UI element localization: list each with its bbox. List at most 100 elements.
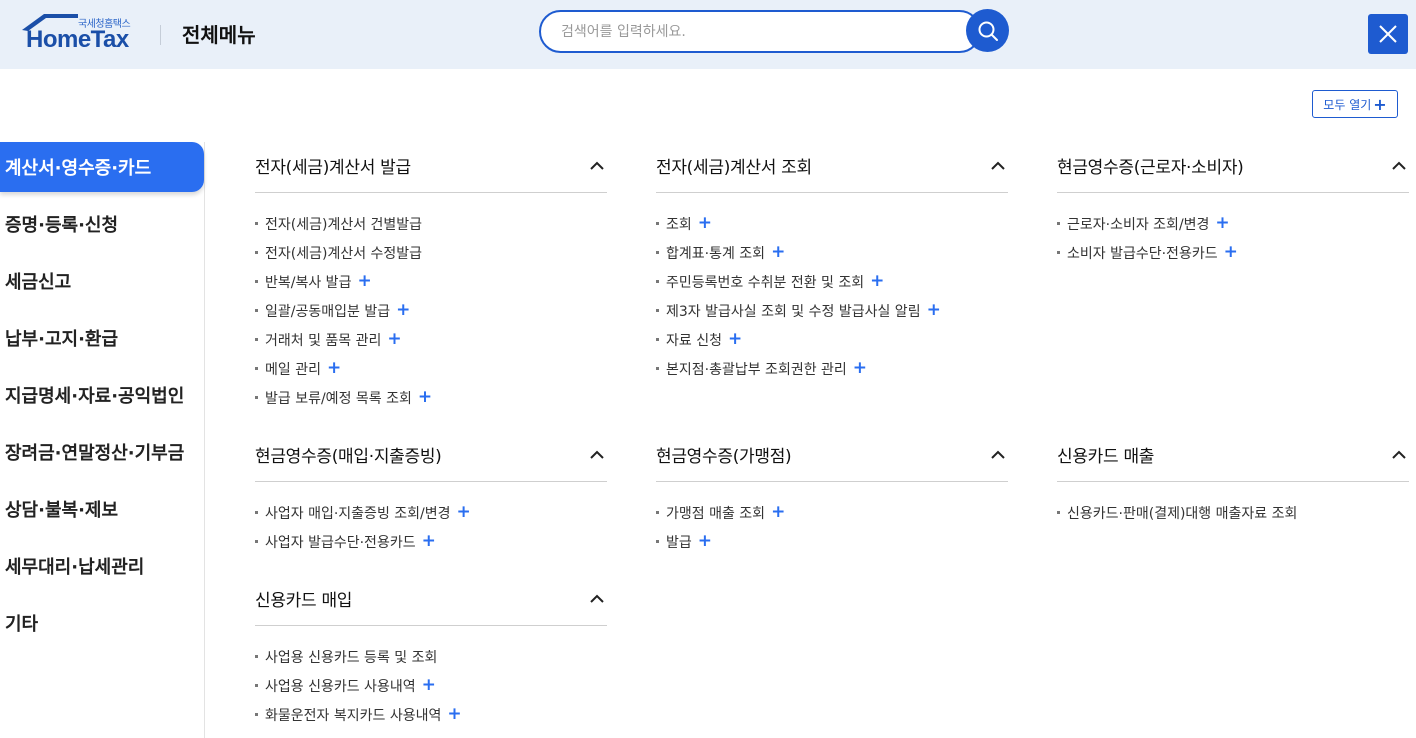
list-item: 사업용 신용카드 사용내역 + <box>255 671 607 700</box>
list-item: 일괄/공동매입분 발급 + <box>255 296 607 325</box>
expand-plus-icon[interactable]: + <box>422 677 436 694</box>
chevron-up-icon[interactable] <box>990 447 1006 463</box>
expand-plus-icon[interactable]: + <box>927 302 941 319</box>
sidebar-item-consult-appeal[interactable]: 상담·불복·제보 <box>0 484 204 534</box>
menu-item-link[interactable]: 사업용 신용카드 등록 및 조회 <box>265 647 437 667</box>
list-item: 사업자 매입·지출증빙 조회/변경 + <box>255 498 607 527</box>
menu-item-link[interactable]: 전자(세금)계산서 건별발급 <box>265 214 422 234</box>
expand-plus-icon[interactable]: + <box>457 504 471 521</box>
search-box <box>539 10 981 53</box>
menu-item-link[interactable]: 제3자 발급사실 조회 및 수정 발급사실 알림 <box>666 301 921 321</box>
menu-item-link[interactable]: 자료 신청 <box>666 330 722 350</box>
sidebar-item-tax-agent[interactable]: 세무대리·납세관리 <box>0 541 204 591</box>
hometax-logo[interactable]: 국세청홈택스 HomeTax <box>20 12 140 53</box>
section-title: 신용카드 매출 <box>1057 447 1155 467</box>
menu-item-link[interactable]: 반복/복사 발급 <box>265 272 351 292</box>
menu-item-link[interactable]: 본지점·총괄납부 조회권한 관리 <box>666 359 847 379</box>
section-header[interactable]: 신용카드 매입 <box>255 572 607 626</box>
bullet-icon <box>255 684 258 687</box>
menu-item-link[interactable]: 메일 관리 <box>265 359 321 379</box>
sidebar-item-etc[interactable]: 기타 <box>0 598 204 648</box>
expand-plus-icon[interactable]: + <box>853 360 867 377</box>
bullet-icon <box>255 713 258 716</box>
open-all-label: 모두 열기 <box>1323 97 1372 112</box>
expand-plus-icon[interactable]: + <box>422 533 436 550</box>
bullet-icon <box>1057 222 1060 225</box>
menu-item-link[interactable]: 화물운전자 복지카드 사용내역 <box>265 705 441 725</box>
menu-item-link[interactable]: 가맹점 매출 조회 <box>666 503 765 523</box>
menu-item-link[interactable]: 사업용 신용카드 사용내역 <box>265 676 416 696</box>
bullet-icon <box>656 338 659 341</box>
sidebar-item-payment-refund[interactable]: 납부·고지·환급 <box>0 313 204 363</box>
search-input[interactable] <box>541 12 941 51</box>
sidebar-item-tax-filing[interactable]: 세금신고 <box>0 256 204 306</box>
expand-plus-icon[interactable]: + <box>1215 215 1229 232</box>
section-header[interactable]: 전자(세금)계산서 조회 <box>656 139 1008 193</box>
list-item: 전자(세금)계산서 건별발급 <box>255 209 607 238</box>
menu-item-link[interactable]: 전자(세금)계산서 수정발급 <box>265 243 422 263</box>
menu-item-link[interactable]: 소비자 발급수단·전용카드 <box>1067 243 1218 263</box>
menu-item-link[interactable]: 신용카드·판매(결제)대행 매출자료 조회 <box>1067 503 1297 523</box>
section-header[interactable]: 현금영수증(매입·지출증빙) <box>255 428 607 482</box>
menu-item-link[interactable]: 발급 보류/예정 목록 조회 <box>265 388 412 408</box>
plus-icon: + <box>1373 94 1387 114</box>
menu-item-link[interactable]: 주민등록번호 수취분 전환 및 조회 <box>666 272 864 292</box>
page-title: 전체메뉴 <box>182 23 256 47</box>
menu-item-link[interactable]: 거래처 및 품목 관리 <box>265 330 381 350</box>
menu-section: 전자(세금)계산서 발급전자(세금)계산서 건별발급전자(세금)계산서 수정발급… <box>255 139 607 412</box>
sidebar-item-payment-statement[interactable]: 지급명세·자료·공익법인 <box>0 370 204 420</box>
open-all-button[interactable]: 모두 열기 + <box>1312 90 1398 118</box>
section-header[interactable]: 현금영수증(근로자·소비자) <box>1057 139 1409 193</box>
menu-item-link[interactable]: 발급 <box>666 532 692 552</box>
menu-item-link[interactable]: 사업자 발급수단·전용카드 <box>265 532 416 552</box>
menu-item-link[interactable]: 일괄/공동매입분 발급 <box>265 301 390 321</box>
list-item: 발급 보류/예정 목록 조회 + <box>255 383 607 412</box>
chevron-up-icon[interactable] <box>1391 158 1407 174</box>
bullet-icon <box>656 367 659 370</box>
close-menu-button[interactable] <box>1368 14 1408 54</box>
expand-plus-icon[interactable]: + <box>771 504 785 521</box>
expand-plus-icon[interactable]: + <box>327 360 341 377</box>
list-item: 반복/복사 발급 + <box>255 267 607 296</box>
search-button[interactable] <box>966 9 1009 52</box>
expand-plus-icon[interactable]: + <box>870 273 884 290</box>
chevron-up-icon[interactable] <box>990 158 1006 174</box>
category-sidebar: 계산서·영수증·카드 증명·등록·신청 세금신고 납부·고지·환급 지급명세·자… <box>0 142 205 738</box>
expand-plus-icon[interactable]: + <box>357 273 371 290</box>
menu-section: 현금영수증(가맹점) 가맹점 매출 조회 + 발급 + <box>656 428 1008 556</box>
menu-section: 현금영수증(근로자·소비자) 근로자·소비자 조회/변경 + 소비자 발급수단·전용카… <box>1057 139 1409 267</box>
menu-item-link[interactable]: 근로자·소비자 조회/변경 <box>1067 214 1209 234</box>
expand-plus-icon[interactable]: + <box>418 389 432 406</box>
section-header[interactable]: 전자(세금)계산서 발급 <box>255 139 607 193</box>
bullet-icon <box>255 251 258 254</box>
expand-plus-icon[interactable]: + <box>1224 244 1238 261</box>
expand-plus-icon[interactable]: + <box>396 302 410 319</box>
expand-plus-icon[interactable]: + <box>447 706 461 723</box>
section-header[interactable]: 신용카드 매출 <box>1057 428 1409 482</box>
sidebar-item-invoice-receipt-card[interactable]: 계산서·영수증·카드 <box>0 142 204 192</box>
bullet-icon <box>255 511 258 514</box>
expand-plus-icon[interactable]: + <box>771 244 785 261</box>
sidebar-item-incentive-yearend[interactable]: 장려금·연말정산·기부금 <box>0 427 204 477</box>
list-item: 근로자·소비자 조회/변경 + <box>1057 209 1409 238</box>
sidebar-item-label: 장려금·연말정산·기부금 <box>5 443 185 464</box>
section-header[interactable]: 현금영수증(가맹점) <box>656 428 1008 482</box>
bullet-icon <box>656 540 659 543</box>
sidebar-item-certificate-registration[interactable]: 증명·등록·신청 <box>0 199 204 249</box>
menu-item-link[interactable]: 조회 <box>666 214 692 234</box>
menu-item-link[interactable]: 사업자 매입·지출증빙 조회/변경 <box>265 503 451 523</box>
header-divider <box>160 25 161 45</box>
expand-plus-icon[interactable]: + <box>698 533 712 550</box>
menu-section: 신용카드 매입사업용 신용카드 등록 및 조회사업용 신용카드 사용내역 + 화물운… <box>255 572 607 729</box>
section-title: 신용카드 매입 <box>255 591 353 611</box>
expand-plus-icon[interactable]: + <box>387 331 401 348</box>
chevron-up-icon[interactable] <box>589 591 605 607</box>
chevron-up-icon[interactable] <box>589 158 605 174</box>
chevron-up-icon[interactable] <box>589 447 605 463</box>
chevron-up-icon[interactable] <box>1391 447 1407 463</box>
expand-plus-icon[interactable]: + <box>698 215 712 232</box>
section-item-list: 전자(세금)계산서 건별발급 전자(세금)계산서 수정발급 반복/복사 발급 + 일괄/… <box>255 209 607 412</box>
expand-plus-icon[interactable]: + <box>728 331 742 348</box>
section-item-list: 사업자 매입·지출증빙 조회/변경 + 사업자 발급수단·전용카드 + <box>255 498 607 556</box>
menu-item-link[interactable]: 합계표·통계 조회 <box>666 243 765 263</box>
